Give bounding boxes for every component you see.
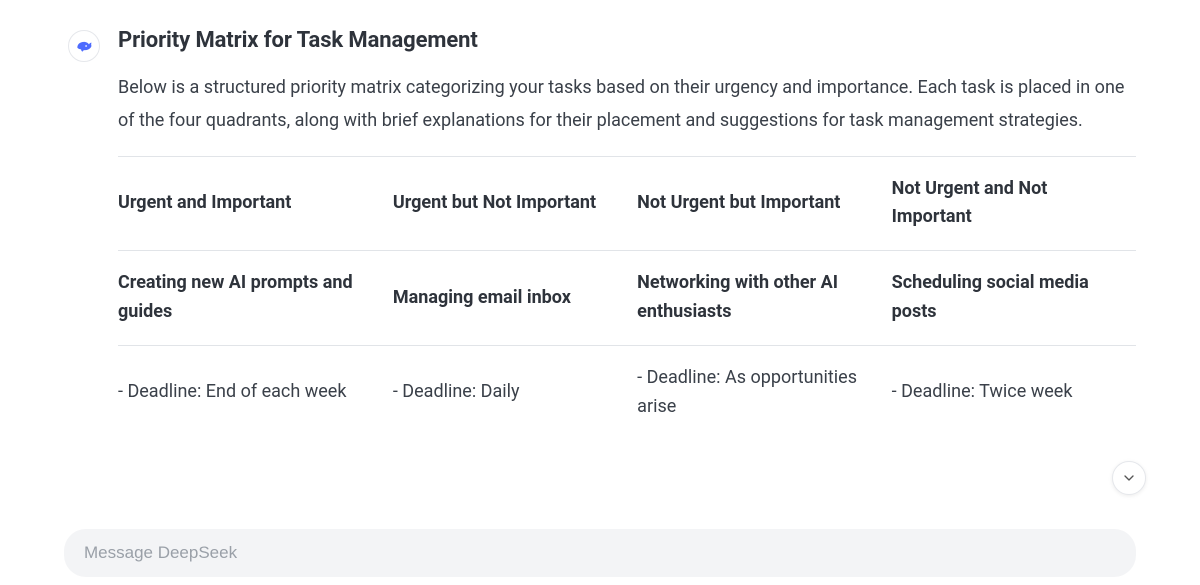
- chevron-down-icon: [1121, 470, 1137, 486]
- scroll-to-bottom-button[interactable]: [1112, 461, 1146, 495]
- assistant-avatar: [68, 30, 100, 62]
- header-not-urgent-important: Not Urgent but Important: [637, 156, 892, 251]
- message-composer[interactable]: [64, 529, 1136, 577]
- table-row: Creating new AI prompts and guides Manag…: [118, 251, 1136, 346]
- task-cell: Scheduling social media posts: [892, 251, 1136, 346]
- header-not-urgent-not-important: Not Urgent and Not Important: [892, 156, 1136, 251]
- deadline-cell: - Deadline: As opportunities arise: [637, 345, 892, 439]
- header-urgent-not-important: Urgent but Not Important: [393, 156, 637, 251]
- header-urgent-important: Urgent and Important: [118, 156, 393, 251]
- table-header-row: Urgent and Important Urgent but Not Impo…: [118, 156, 1136, 251]
- message-input[interactable]: [84, 543, 1116, 563]
- task-cell: Managing email inbox: [393, 251, 637, 346]
- table-row: - Deadline: End of each week - Deadline:…: [118, 345, 1136, 439]
- deadline-cell: - Deadline: End of each week: [118, 345, 393, 439]
- response-title: Priority Matrix for Task Management: [118, 28, 1136, 53]
- chat-response-area: Priority Matrix for Task Management Belo…: [0, 0, 1200, 439]
- response-intro: Below is a structured priority matrix ca…: [118, 71, 1136, 138]
- task-cell: Creating new AI prompts and guides: [118, 251, 393, 346]
- deadline-cell: - Deadline: Daily: [393, 345, 637, 439]
- priority-matrix-table: Urgent and Important Urgent but Not Impo…: [118, 156, 1136, 440]
- deepseek-whale-icon: [74, 36, 94, 56]
- deadline-cell: - Deadline: Twice week: [892, 345, 1136, 439]
- task-cell: Networking with other AI enthusiasts: [637, 251, 892, 346]
